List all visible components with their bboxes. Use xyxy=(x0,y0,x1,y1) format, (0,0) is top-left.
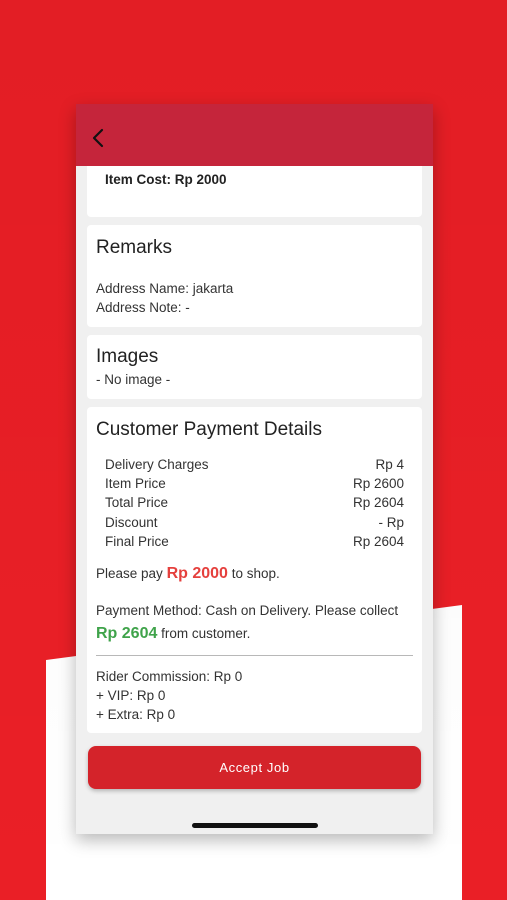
collect-amount: Rp 2604 xyxy=(96,625,158,643)
images-title: Images xyxy=(96,346,159,367)
price-list: Delivery Charges Rp 4 Item Price Rp 2600 T… xyxy=(96,455,413,551)
accept-job-button[interactable]: Accept Job xyxy=(88,746,421,789)
payment-method: Payment Method: Cash on Delivery. Please… xyxy=(96,603,399,643)
price-row: Final Price Rp 2604 xyxy=(105,533,404,549)
price-row: Item Price Rp 2600 xyxy=(105,476,404,492)
rider-commission: Rider Commission: Rp 0 xyxy=(96,669,243,685)
back-arrow-icon xyxy=(92,128,104,148)
price-row: Discount - Rp xyxy=(105,514,404,530)
app-bar xyxy=(76,104,433,166)
price-row: Total Price Rp 2604 xyxy=(105,495,404,511)
remarks-card: Remarks Address Name: jakarta Address No… xyxy=(87,225,422,327)
commission-block: Rider Commission: Rp 0 + VIP: Rp 0 + Ext… xyxy=(96,667,413,725)
pay-amount: Rp 2000 xyxy=(166,565,228,583)
payment-title: Customer Payment Details xyxy=(96,419,322,440)
item-cost: Item Cost: Rp 2000 xyxy=(105,172,227,187)
remarks-title: Remarks xyxy=(96,237,173,258)
back-button[interactable] xyxy=(86,126,110,150)
item-cost-card: Item Cost: Rp 2000 xyxy=(87,166,422,217)
scroll-content[interactable]: Item Cost: Rp 2000 Remarks Address Name:… xyxy=(76,166,433,733)
extra-commission: + Extra: Rp 0 xyxy=(96,707,176,723)
home-indicator xyxy=(192,823,318,828)
price-row: Delivery Charges Rp 4 xyxy=(105,457,404,472)
vip-commission: + VIP: Rp 0 xyxy=(96,688,166,704)
divider xyxy=(96,655,413,657)
no-image-text: - No image - xyxy=(96,372,171,387)
phone-screen: Item Cost: Rp 2000 Remarks Address Name:… xyxy=(76,104,433,834)
images-card: Images - No image - xyxy=(87,335,422,399)
pay-to-shop: Please pay Rp 2000 to shop. xyxy=(96,565,280,583)
payment-card: Customer Payment Details Delivery Charge… xyxy=(87,407,422,733)
address-note: Address Note: - xyxy=(96,300,190,315)
address-name: Address Name: jakarta xyxy=(96,281,234,296)
